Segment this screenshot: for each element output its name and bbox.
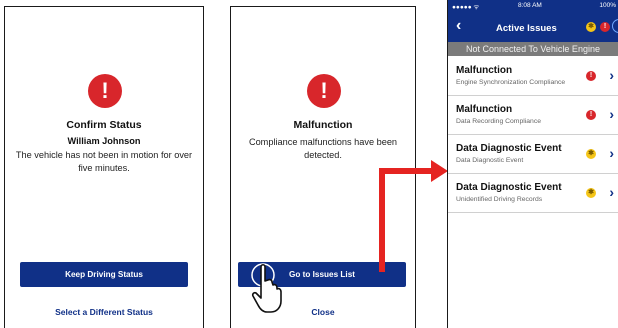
issue-row[interactable]: Data Diagnostic Event Unidentified Drivi… xyxy=(448,174,618,213)
issue-subtitle: Data Recording Compliance xyxy=(456,118,542,125)
clock: 8:08 AM xyxy=(518,2,542,9)
alert-icon: ! xyxy=(586,71,596,81)
profile-icon[interactable] xyxy=(612,19,618,33)
active-issues-screen: ●●●●● ᯤ 8:08 AM 100% ‹ Active Issues ✱ !… xyxy=(447,0,618,328)
issue-subtitle: Data Diagnostic Event xyxy=(456,157,524,164)
issue-row[interactable]: Malfunction Data Recording Compliance ! … xyxy=(448,96,618,135)
status-bar: ●●●●● ᯤ 8:08 AM 100% xyxy=(448,0,618,12)
page-title: Active Issues xyxy=(496,23,557,34)
alert-icon: ! xyxy=(586,110,596,120)
battery-level: 100% xyxy=(599,2,616,9)
navigation-arrow-icon xyxy=(379,160,448,272)
issue-title: Malfunction xyxy=(456,104,513,115)
signal-indicator: ●●●●● ᯤ xyxy=(452,4,480,11)
alert-badge-icon[interactable]: ! xyxy=(600,22,610,32)
warning-icon: ✱ xyxy=(586,149,596,159)
issue-title: Data Diagnostic Event xyxy=(456,143,562,154)
chevron-right-icon: › xyxy=(609,106,614,122)
warning-icon: ✱ xyxy=(586,188,596,198)
warning-badge-icon[interactable]: ✱ xyxy=(586,22,596,32)
issue-subtitle: Engine Synchronization Compliance xyxy=(456,79,566,86)
chevron-right-icon: › xyxy=(609,184,614,200)
pointer-hand-icon xyxy=(251,263,282,313)
back-chevron-icon[interactable]: ‹ xyxy=(456,17,461,35)
connection-banner: Not Connected To Vehicle Engine xyxy=(448,42,618,56)
issue-subtitle: Unidentified Driving Records xyxy=(456,196,543,203)
issue-title: Data Diagnostic Event xyxy=(456,182,562,193)
chevron-right-icon: › xyxy=(609,67,614,83)
issue-row[interactable]: Data Diagnostic Event Data Diagnostic Ev… xyxy=(448,135,618,174)
chevron-right-icon: › xyxy=(609,145,614,161)
nav-bar: ‹ Active Issues ✱ ! xyxy=(448,12,618,42)
issue-title: Malfunction xyxy=(456,65,513,76)
issue-row[interactable]: Malfunction Engine Synchronization Compl… xyxy=(448,57,618,96)
